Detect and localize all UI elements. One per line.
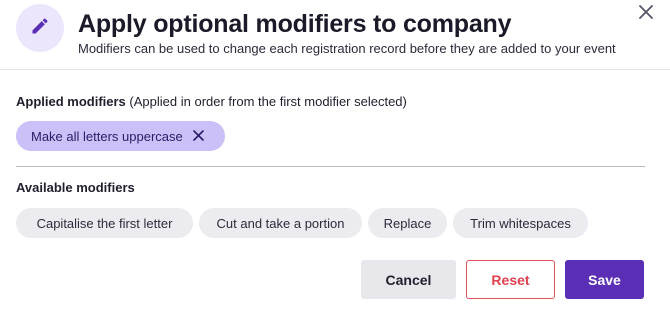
available-chip-cut[interactable]: Cut and take a portion: [199, 208, 362, 238]
reset-button[interactable]: Reset: [466, 260, 555, 299]
applied-chip-uppercase[interactable]: Make all letters uppercase: [16, 121, 225, 151]
applied-modifiers-note: (Applied in order from the first modifie…: [129, 94, 407, 109]
available-chip-capitalise[interactable]: Capitalise the first letter: [16, 208, 193, 238]
available-modifiers-label: Available modifiers: [16, 180, 135, 195]
cancel-button[interactable]: Cancel: [361, 260, 456, 299]
dialog-subtitle: Modifiers can be used to change each reg…: [78, 41, 616, 56]
save-button[interactable]: Save: [565, 260, 644, 299]
close-icon: [192, 129, 204, 144]
pencil-icon: [30, 16, 50, 41]
header-icon-badge: [16, 4, 64, 52]
close-button[interactable]: [636, 4, 656, 24]
dialog-title: Apply optional modifiers to company: [78, 10, 512, 38]
dialog-header: Apply optional modifiers to company Modi…: [0, 0, 670, 70]
applied-modifiers-heading: Applied modifiers: [16, 94, 126, 109]
section-divider: [16, 166, 645, 167]
available-chip-trim[interactable]: Trim whitespaces: [453, 208, 588, 238]
applied-chip-label: Make all letters uppercase: [31, 128, 183, 144]
remove-modifier-button[interactable]: [192, 129, 204, 144]
applied-modifiers-label: Applied modifiers (Applied in order from…: [16, 94, 407, 109]
available-chip-replace[interactable]: Replace: [368, 208, 447, 238]
available-modifiers-heading: Available modifiers: [16, 180, 135, 195]
close-icon: [639, 4, 653, 24]
